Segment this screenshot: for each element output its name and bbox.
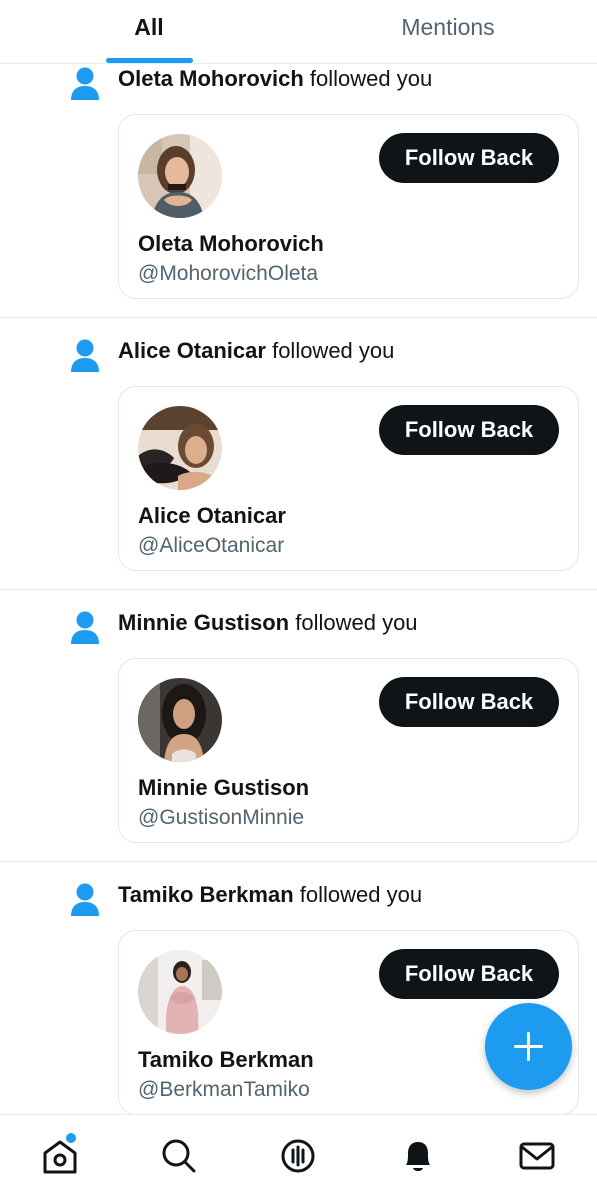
messages-envelope-icon[interactable] bbox=[514, 1133, 560, 1179]
follow-back-button[interactable]: Follow Back bbox=[379, 405, 559, 455]
user-card[interactable]: Follow Back Alice Otanicar @AliceOtanica… bbox=[118, 386, 579, 571]
home-icon[interactable] bbox=[37, 1133, 83, 1179]
follower-name[interactable]: Oleta Mohorovich bbox=[118, 66, 310, 91]
tab-bar: All Mentions bbox=[0, 0, 597, 64]
user-handle[interactable]: @BerkmanTamiko bbox=[138, 1075, 310, 1105]
user-handle[interactable]: @MohorovichOleta bbox=[138, 259, 318, 289]
home-notification-dot bbox=[66, 1133, 76, 1143]
notification-headline: Oleta Mohorovich followed you bbox=[118, 64, 432, 94]
spaces-icon[interactable] bbox=[275, 1133, 321, 1179]
follower-name[interactable]: Tamiko Berkman bbox=[118, 882, 300, 907]
active-tab-indicator bbox=[106, 58, 193, 63]
notification-item[interactable]: Oleta Mohorovich followed you Follow Bac… bbox=[0, 64, 597, 318]
followed-you-text: followed you bbox=[272, 338, 395, 363]
avatar[interactable] bbox=[138, 950, 222, 1034]
followed-you-text: followed you bbox=[299, 882, 423, 907]
notification-item[interactable]: Alice Otanicar followed you Follow Back … bbox=[0, 318, 597, 590]
notifications-feed[interactable]: Oleta Mohorovich followed you Follow Bac… bbox=[0, 64, 597, 1114]
user-card[interactable]: Follow Back Oleta Mohorovich @Mohorovich… bbox=[118, 114, 579, 299]
avatar[interactable] bbox=[138, 678, 222, 762]
search-icon[interactable] bbox=[156, 1133, 202, 1179]
notification-headline: Tamiko Berkman followed you bbox=[118, 880, 422, 910]
notifications-bell-icon[interactable] bbox=[395, 1133, 441, 1179]
follow-back-button[interactable]: Follow Back bbox=[379, 949, 559, 999]
person-icon bbox=[71, 67, 99, 100]
follower-name[interactable]: Alice Otanicar bbox=[118, 338, 272, 363]
notification-item[interactable]: Minnie Gustison followed you Follow Back… bbox=[0, 590, 597, 862]
notification-headline: Alice Otanicar followed you bbox=[118, 336, 394, 366]
user-handle[interactable]: @AliceOtanicar bbox=[138, 531, 284, 561]
tab-mentions[interactable]: Mentions bbox=[380, 0, 516, 64]
follow-back-button[interactable]: Follow Back bbox=[379, 133, 559, 183]
follower-name[interactable]: Minnie Gustison bbox=[118, 610, 295, 635]
followed-you-text: followed you bbox=[295, 610, 418, 635]
person-icon bbox=[71, 339, 99, 372]
compose-button[interactable] bbox=[485, 1003, 572, 1090]
user-name[interactable]: Alice Otanicar bbox=[138, 501, 286, 531]
compose-plus-icon bbox=[514, 1032, 543, 1061]
person-icon bbox=[71, 883, 99, 916]
user-handle[interactable]: @GustisonMinnie bbox=[138, 803, 304, 833]
user-name[interactable]: Oleta Mohorovich bbox=[138, 229, 324, 259]
tab-all[interactable]: All bbox=[100, 0, 198, 64]
follow-back-button[interactable]: Follow Back bbox=[379, 677, 559, 727]
user-name[interactable]: Tamiko Berkman bbox=[138, 1045, 314, 1075]
bottom-navigation bbox=[0, 1114, 597, 1200]
followed-you-text: followed you bbox=[309, 66, 433, 91]
person-icon bbox=[71, 611, 99, 644]
user-name[interactable]: Minnie Gustison bbox=[138, 773, 309, 803]
user-card[interactable]: Follow Back Minnie Gustison @GustisonMin… bbox=[118, 658, 579, 843]
avatar[interactable] bbox=[138, 406, 222, 490]
avatar[interactable] bbox=[138, 134, 222, 218]
notification-headline: Minnie Gustison followed you bbox=[118, 608, 418, 638]
